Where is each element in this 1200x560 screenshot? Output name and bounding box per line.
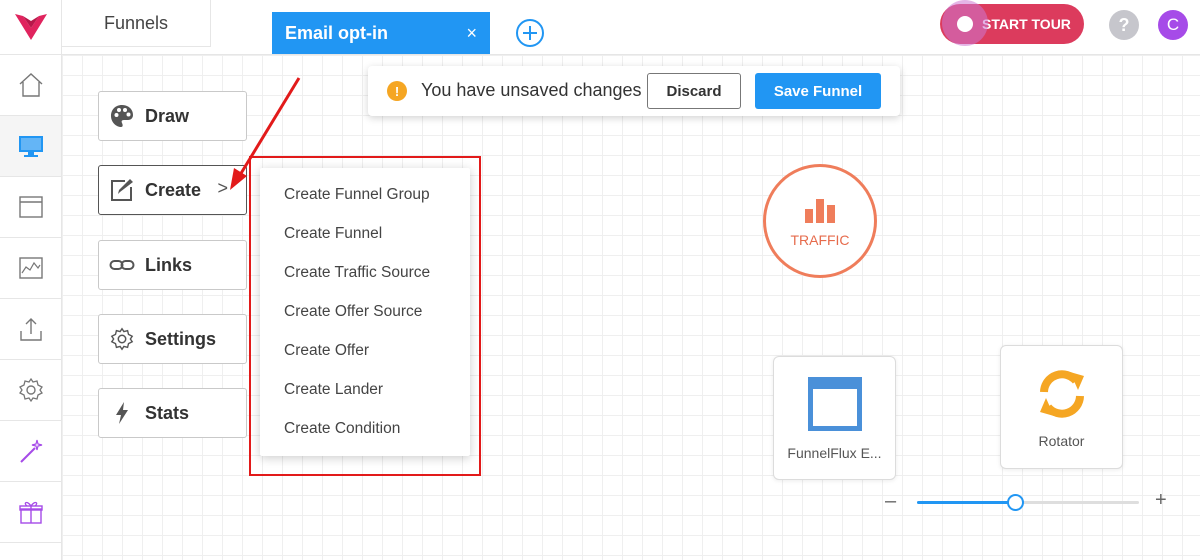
traffic-node[interactable]: TRAFFIC bbox=[763, 164, 877, 278]
plus-circle-icon bbox=[516, 19, 544, 47]
discard-button[interactable]: Discard bbox=[647, 73, 741, 109]
monitor-icon bbox=[18, 136, 43, 157]
stats-label: Stats bbox=[145, 402, 190, 423]
zoom-out-button[interactable]: – bbox=[885, 490, 896, 513]
palette-icon bbox=[109, 103, 135, 129]
zoom-slider-thumb[interactable] bbox=[1006, 494, 1024, 511]
settings-button[interactable]: Settings bbox=[98, 314, 247, 364]
rail-landers[interactable] bbox=[0, 177, 61, 238]
menu-item-create-condition[interactable]: Create Condition bbox=[284, 420, 400, 438]
refresh-icon bbox=[1040, 370, 1084, 418]
chevron-right-icon: > bbox=[217, 178, 228, 198]
menu-item-create-offer-source[interactable]: Create Offer Source bbox=[284, 303, 422, 321]
lander-label: FunnelFlux E... bbox=[787, 445, 882, 461]
tab-email-opt-in[interactable]: Email opt-in × bbox=[272, 12, 490, 54]
zoom-in-button[interactable]: + bbox=[1155, 489, 1167, 512]
upload-icon bbox=[19, 318, 42, 341]
browser-window-icon bbox=[18, 196, 43, 218]
rail-home[interactable] bbox=[0, 55, 61, 116]
menu-item-create-funnel[interactable]: Create Funnel bbox=[284, 225, 382, 243]
home-icon bbox=[19, 73, 42, 97]
unsaved-message: You have unsaved changes bbox=[421, 80, 642, 100]
menu-item-create-offer[interactable]: Create Offer bbox=[284, 342, 369, 360]
traffic-label: TRAFFIC bbox=[790, 232, 850, 248]
lightning-icon bbox=[109, 400, 135, 426]
menu-item-create-funnel-group[interactable]: Create Funnel Group bbox=[284, 186, 430, 204]
avatar[interactable]: C bbox=[1158, 10, 1188, 40]
rail-wizard[interactable] bbox=[0, 421, 61, 482]
edit-square-icon bbox=[109, 177, 135, 203]
tour-dot-icon bbox=[957, 16, 973, 32]
zoom-slider-fill bbox=[917, 501, 1015, 504]
draw-label: Draw bbox=[145, 105, 190, 126]
close-icon[interactable]: × bbox=[466, 23, 477, 44]
warning-icon: ! bbox=[387, 81, 407, 101]
magic-wand-icon bbox=[19, 439, 42, 463]
top-bar: Funnels Email opt-in × START TOUR ? C bbox=[62, 0, 1200, 55]
create-button[interactable]: Create > bbox=[98, 165, 247, 215]
cog-icon bbox=[109, 326, 135, 352]
logo-icon bbox=[14, 14, 47, 40]
gear-icon bbox=[18, 377, 43, 403]
start-tour-label: START TOUR bbox=[982, 16, 1071, 32]
analytics-chart-icon bbox=[18, 257, 43, 279]
zoom-slider[interactable] bbox=[917, 494, 1139, 511]
settings-label: Settings bbox=[145, 328, 217, 349]
add-tab-button[interactable] bbox=[515, 18, 545, 48]
draw-button[interactable]: Draw bbox=[98, 91, 247, 141]
create-label: Create bbox=[145, 179, 202, 200]
rail-export[interactable] bbox=[0, 299, 61, 360]
left-rail bbox=[0, 0, 62, 560]
brand-logo[interactable] bbox=[0, 0, 61, 55]
save-funnel-button[interactable]: Save Funnel bbox=[755, 73, 881, 109]
help-button[interactable]: ? bbox=[1109, 10, 1139, 40]
rail-gift[interactable] bbox=[0, 482, 61, 543]
links-button[interactable]: Links bbox=[98, 240, 247, 290]
lander-node[interactable]: FunnelFlux E... bbox=[773, 356, 896, 480]
stats-button[interactable]: Stats bbox=[98, 388, 247, 438]
rotator-node[interactable]: Rotator bbox=[1000, 345, 1123, 469]
bar-chart-icon bbox=[805, 199, 835, 223]
tab-label: Email opt-in bbox=[285, 22, 388, 43]
browser-window-icon bbox=[808, 377, 862, 431]
section-title: Funnels bbox=[62, 0, 211, 47]
menu-item-create-lander[interactable]: Create Lander bbox=[284, 381, 383, 399]
rail-funnels[interactable] bbox=[0, 116, 61, 177]
link-icon bbox=[109, 252, 135, 278]
rail-reports[interactable] bbox=[0, 238, 61, 299]
menu-item-create-traffic-source[interactable]: Create Traffic Source bbox=[284, 264, 430, 282]
gift-icon bbox=[18, 501, 43, 524]
unsaved-changes-bar: ! You have unsaved changes Discard Save … bbox=[368, 66, 900, 116]
rotator-label: Rotator bbox=[1038, 433, 1085, 449]
links-label: Links bbox=[145, 254, 193, 275]
create-submenu: Create Funnel Group Create Funnel Create… bbox=[260, 168, 470, 456]
rail-settings[interactable] bbox=[0, 360, 61, 421]
